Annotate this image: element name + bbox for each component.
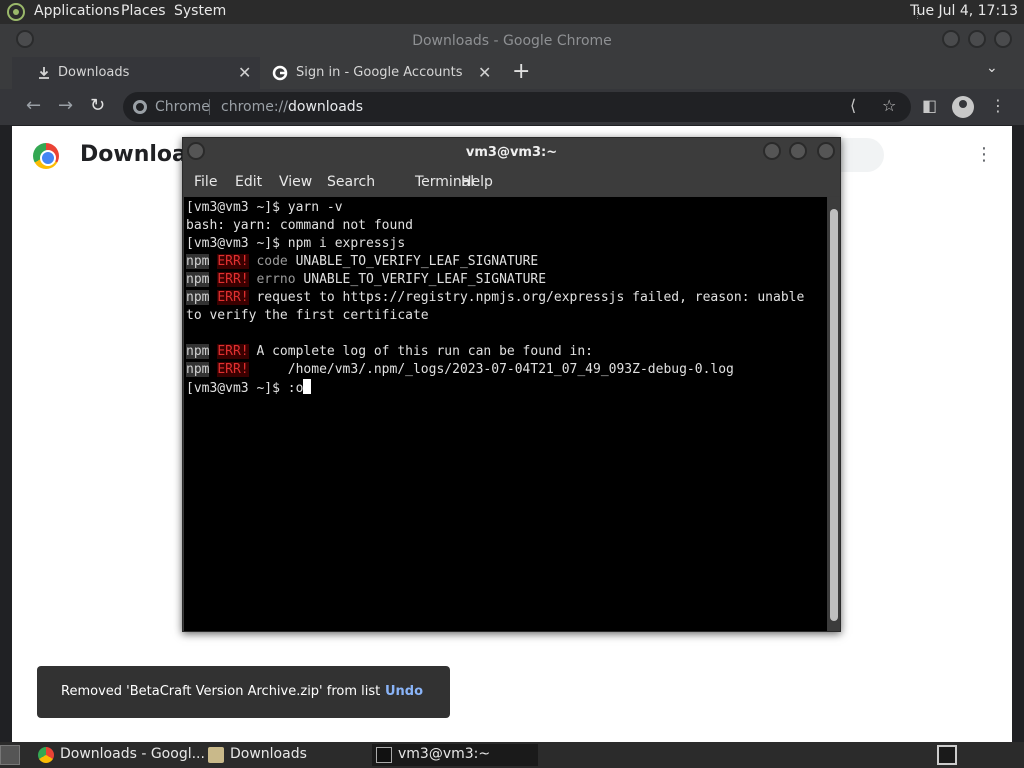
tab-sign-in[interactable]: Sign in - Google Accounts ✕	[248, 57, 500, 89]
npm-prefix: npm	[186, 344, 210, 359]
close-tab-icon[interactable]: ✕	[478, 63, 491, 82]
err-key: code	[256, 254, 288, 269]
chrome-logo-icon	[33, 143, 59, 169]
chevron-down-icon[interactable]: ⌄	[986, 60, 998, 76]
snackbar-toast: Removed 'BetaCraft Version Archive.zip' …	[37, 666, 450, 718]
chrome-logo-icon	[133, 100, 147, 114]
terminal-line: [vm3@vm3 ~]$ yarn -v	[186, 200, 343, 215]
npm-prefix: npm	[186, 254, 210, 269]
err-badge: ERR!	[217, 254, 249, 269]
err-message: request to https://registry.npmjs.org/ex…	[248, 290, 805, 305]
clock[interactable]: Tue Jul 4, 17:13	[910, 3, 1018, 19]
prompt-text: [vm3@vm3 ~]$ :o	[186, 381, 304, 396]
terminal-line: npm ERR! request to https://registry.npm…	[186, 289, 804, 307]
omnibox-url[interactable]: chrome://downloads	[221, 99, 363, 115]
undo-button[interactable]: Undo	[385, 684, 423, 699]
menu-file[interactable]: File	[194, 174, 217, 190]
taskbar-item-terminal[interactable]: vm3@vm3:~	[372, 744, 538, 766]
terminal-line: npm ERR! code UNABLE_TO_VERIFY_LEAF_SIGN…	[186, 253, 538, 271]
window-title: Downloads - Google Chrome	[412, 33, 612, 49]
workspace-switcher[interactable]	[937, 745, 957, 765]
more-options-icon[interactable]: ⋮	[975, 144, 993, 165]
terminal-output[interactable]: [vm3@vm3 ~]$ yarn -v bash: yarn: command…	[184, 197, 827, 631]
terminal-line: npm ERR! /home/vm3/.npm/_logs/2023-07-04…	[186, 361, 734, 379]
terminal-line: bash: yarn: command not found	[186, 218, 413, 233]
chrome-toolbar: ← → ↻ Chrome chrome://downloads ⟨ ☆ ◧ ⋮	[0, 89, 1024, 125]
taskbar-label: Downloads	[230, 746, 307, 762]
err-message: /home/vm3/.npm/_logs/2023-07-04T21_07_49…	[248, 362, 734, 377]
system-menu[interactable]: System	[174, 3, 226, 19]
omnibox-origin: Chrome	[155, 99, 210, 115]
applications-menu[interactable]: Applications	[34, 3, 120, 19]
err-badge: ERR!	[217, 272, 249, 287]
terminal-scrollbar[interactable]	[828, 197, 840, 631]
omnibox-divider	[209, 99, 210, 115]
terminal-line: npm ERR! A complete log of this run can …	[186, 343, 593, 361]
npm-prefix: npm	[186, 362, 210, 377]
new-tab-icon[interactable]: +	[512, 59, 530, 84]
bookmark-star-icon[interactable]: ☆	[882, 96, 896, 115]
tab-strip: Downloads ✕ Sign in - Google Accounts ✕ …	[0, 57, 1024, 89]
taskbar-item-downloads[interactable]: Downloads	[204, 744, 368, 766]
terminal-titlebar[interactable]: vm3@vm3:~	[183, 138, 840, 168]
terminal-title: vm3@vm3:~	[465, 145, 558, 160]
err-key: errno	[256, 272, 296, 287]
menu-help[interactable]: Help	[461, 174, 493, 190]
taskbar-label: vm3@vm3:~	[398, 746, 491, 762]
gnome-foot-icon[interactable]	[7, 3, 25, 21]
maximize-icon[interactable]	[789, 142, 807, 160]
profile-avatar-icon[interactable]	[952, 96, 974, 118]
terminal-line: [vm3@vm3 ~]$ npm i expressjs	[186, 236, 406, 251]
menu-search[interactable]: Search	[327, 174, 375, 190]
side-panel-icon[interactable]: ◧	[922, 96, 937, 115]
err-value: UNABLE_TO_VERIFY_LEAF_SIGNATURE	[295, 272, 547, 287]
text-cursor	[303, 379, 312, 394]
err-badge: ERR!	[217, 344, 249, 359]
err-message: A complete log of this run can be found …	[248, 344, 593, 359]
scrollbar-thumb[interactable]	[830, 209, 838, 621]
url-host: downloads	[288, 99, 363, 115]
err-badge: ERR!	[217, 290, 249, 305]
toast-message: Removed 'BetaCraft Version Archive.zip' …	[61, 684, 381, 699]
minimize-icon[interactable]	[942, 30, 960, 48]
terminal-line: npm ERR! errno UNABLE_TO_VERIFY_LEAF_SIG…	[186, 271, 546, 289]
places-menu[interactable]: Places	[121, 3, 166, 19]
reload-icon[interactable]: ↻	[90, 95, 105, 116]
top-panel: Applications Places System Tue Jul 4, 17…	[0, 0, 1024, 24]
chrome-titlebar[interactable]: Downloads - Google Chrome	[0, 24, 1024, 57]
terminal-prompt-line: [vm3@vm3 ~]$ :o	[186, 379, 312, 397]
close-window-icon[interactable]	[994, 30, 1012, 48]
close-window-icon[interactable]	[817, 142, 835, 160]
bottom-taskbar: Downloads - Googl... Downloads vm3@vm3:~	[0, 742, 1024, 768]
minimize-icon[interactable]	[763, 142, 781, 160]
err-badge: ERR!	[217, 362, 249, 377]
chrome-icon	[38, 747, 54, 763]
terminal-menubar: File Edit View Search Terminal Help	[183, 168, 840, 196]
maximize-icon[interactable]	[968, 30, 986, 48]
terminal-line: to verify the first certificate	[186, 308, 429, 323]
tab-label: Sign in - Google Accounts	[296, 65, 463, 80]
npm-prefix: npm	[186, 290, 210, 305]
npm-prefix: npm	[186, 272, 210, 287]
url-scheme: chrome://	[221, 99, 288, 115]
terminal-icon	[376, 747, 392, 763]
share-icon[interactable]: ⟨	[850, 96, 856, 115]
google-g-icon	[272, 65, 288, 81]
err-value: UNABLE_TO_VERIFY_LEAF_SIGNATURE	[287, 254, 539, 269]
tab-downloads[interactable]: Downloads ✕	[12, 57, 260, 89]
taskbar-item-chrome[interactable]: Downloads - Googl...	[34, 744, 205, 766]
tab-label: Downloads	[58, 65, 130, 80]
download-icon	[39, 67, 49, 79]
forward-arrow-icon[interactable]: →	[58, 95, 73, 116]
kebab-menu-icon[interactable]: ⋮	[990, 96, 1006, 115]
menu-view[interactable]: View	[279, 174, 312, 190]
folder-icon	[208, 747, 224, 763]
menu-edit[interactable]: Edit	[235, 174, 262, 190]
taskbar-label: Downloads - Googl...	[60, 746, 205, 762]
terminal-window: vm3@vm3:~ File Edit View Search Terminal…	[182, 137, 841, 632]
show-desktop-icon[interactable]	[0, 745, 20, 765]
omnibox[interactable]: Chrome chrome://downloads	[123, 92, 911, 122]
back-arrow-icon[interactable]: ←	[26, 95, 41, 116]
